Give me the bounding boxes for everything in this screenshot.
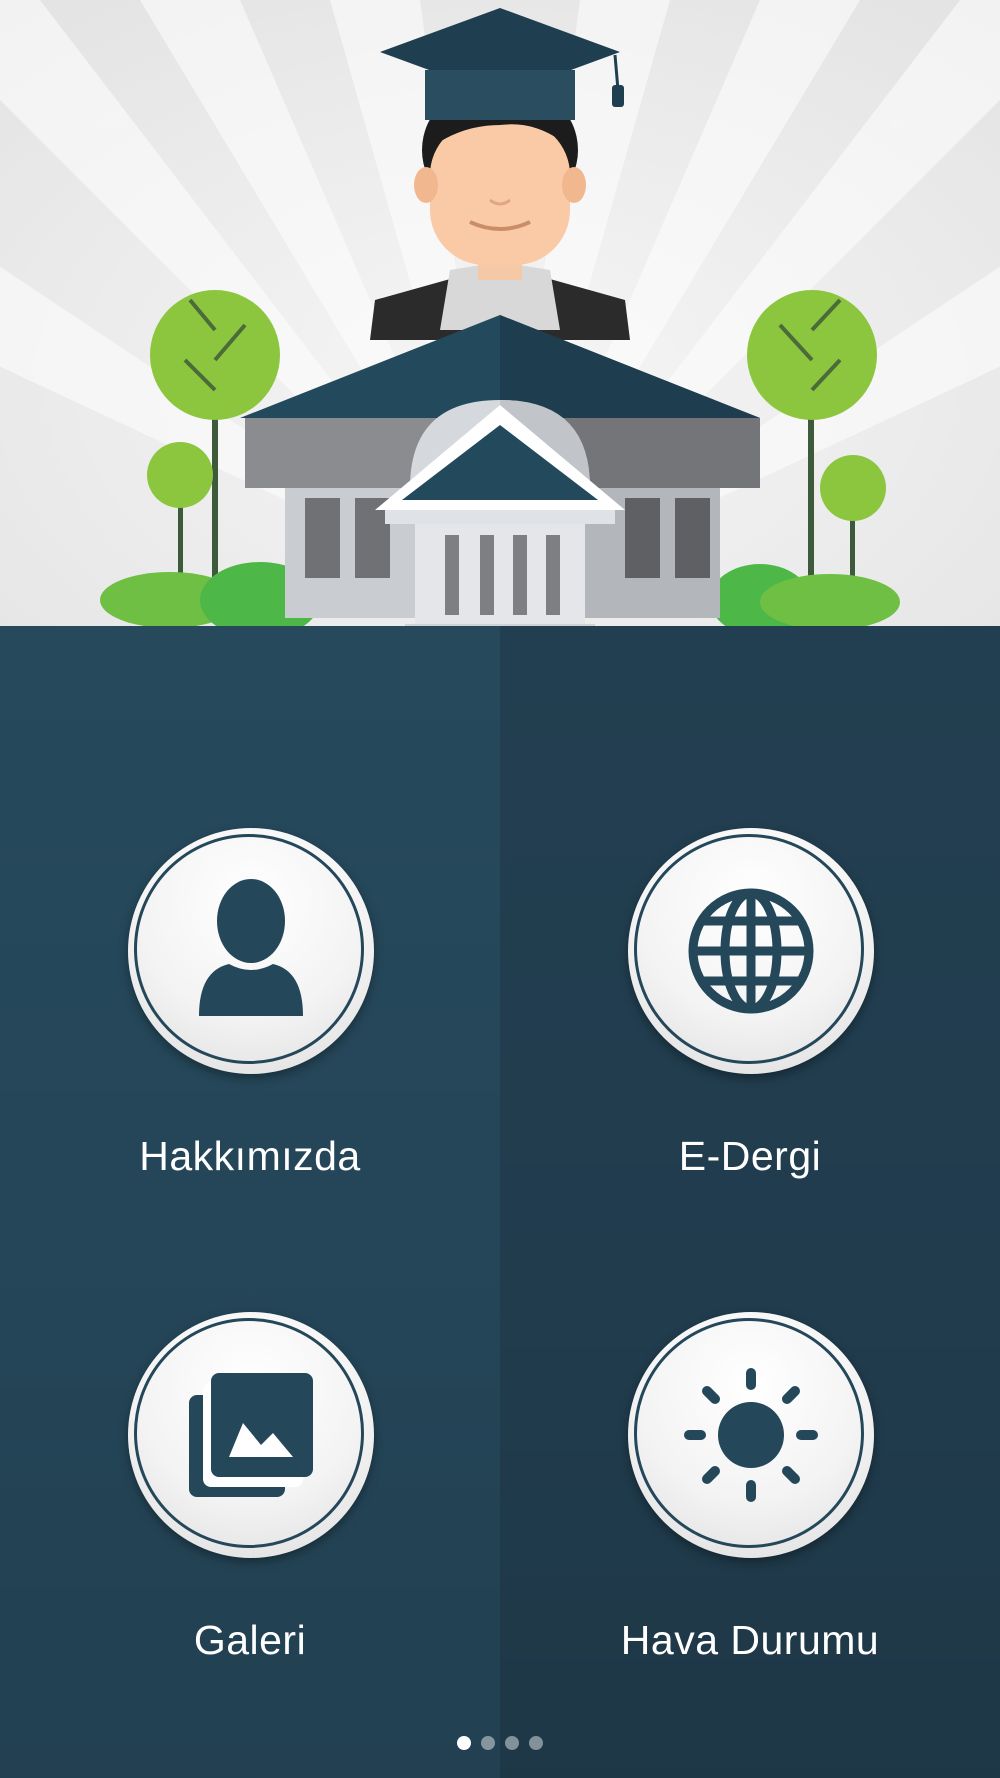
gallery-icon — [128, 1312, 374, 1558]
hava-durumu-button[interactable] — [628, 1312, 874, 1558]
galeri-label: Galeri — [193, 1617, 307, 1663]
hava-durumu-label: Hava Durumu — [620, 1617, 880, 1663]
menu-item-galeri[interactable]: Galeri — [90, 1312, 410, 1692]
school-graduate-illustration — [0, 0, 1000, 660]
hakkimizda-label: Hakkımızda — [139, 1133, 361, 1179]
hero-illustration — [0, 0, 1000, 680]
sun-icon — [628, 1312, 874, 1558]
page-dot-4[interactable] — [529, 1736, 543, 1750]
menu-item-hakkimizda[interactable]: Hakkımızda — [90, 828, 410, 1208]
page-dot-2[interactable] — [481, 1736, 495, 1750]
page-dot-3[interactable] — [505, 1736, 519, 1750]
page-dot-1[interactable] — [457, 1736, 471, 1750]
person-icon — [128, 828, 374, 1074]
globe-icon — [628, 828, 874, 1074]
hakkimizda-button[interactable] — [128, 828, 374, 1074]
galeri-button[interactable] — [128, 1312, 374, 1558]
edergi-button[interactable] — [628, 828, 874, 1074]
home-screen: Hakkımızda E-Dergi Galeri Hava Durumu — [0, 0, 1000, 1778]
page-indicator — [0, 1736, 1000, 1756]
edergi-label: E-Dergi — [678, 1133, 822, 1179]
menu-item-edergi[interactable]: E-Dergi — [590, 828, 910, 1208]
menu-item-hava-durumu[interactable]: Hava Durumu — [590, 1312, 910, 1692]
